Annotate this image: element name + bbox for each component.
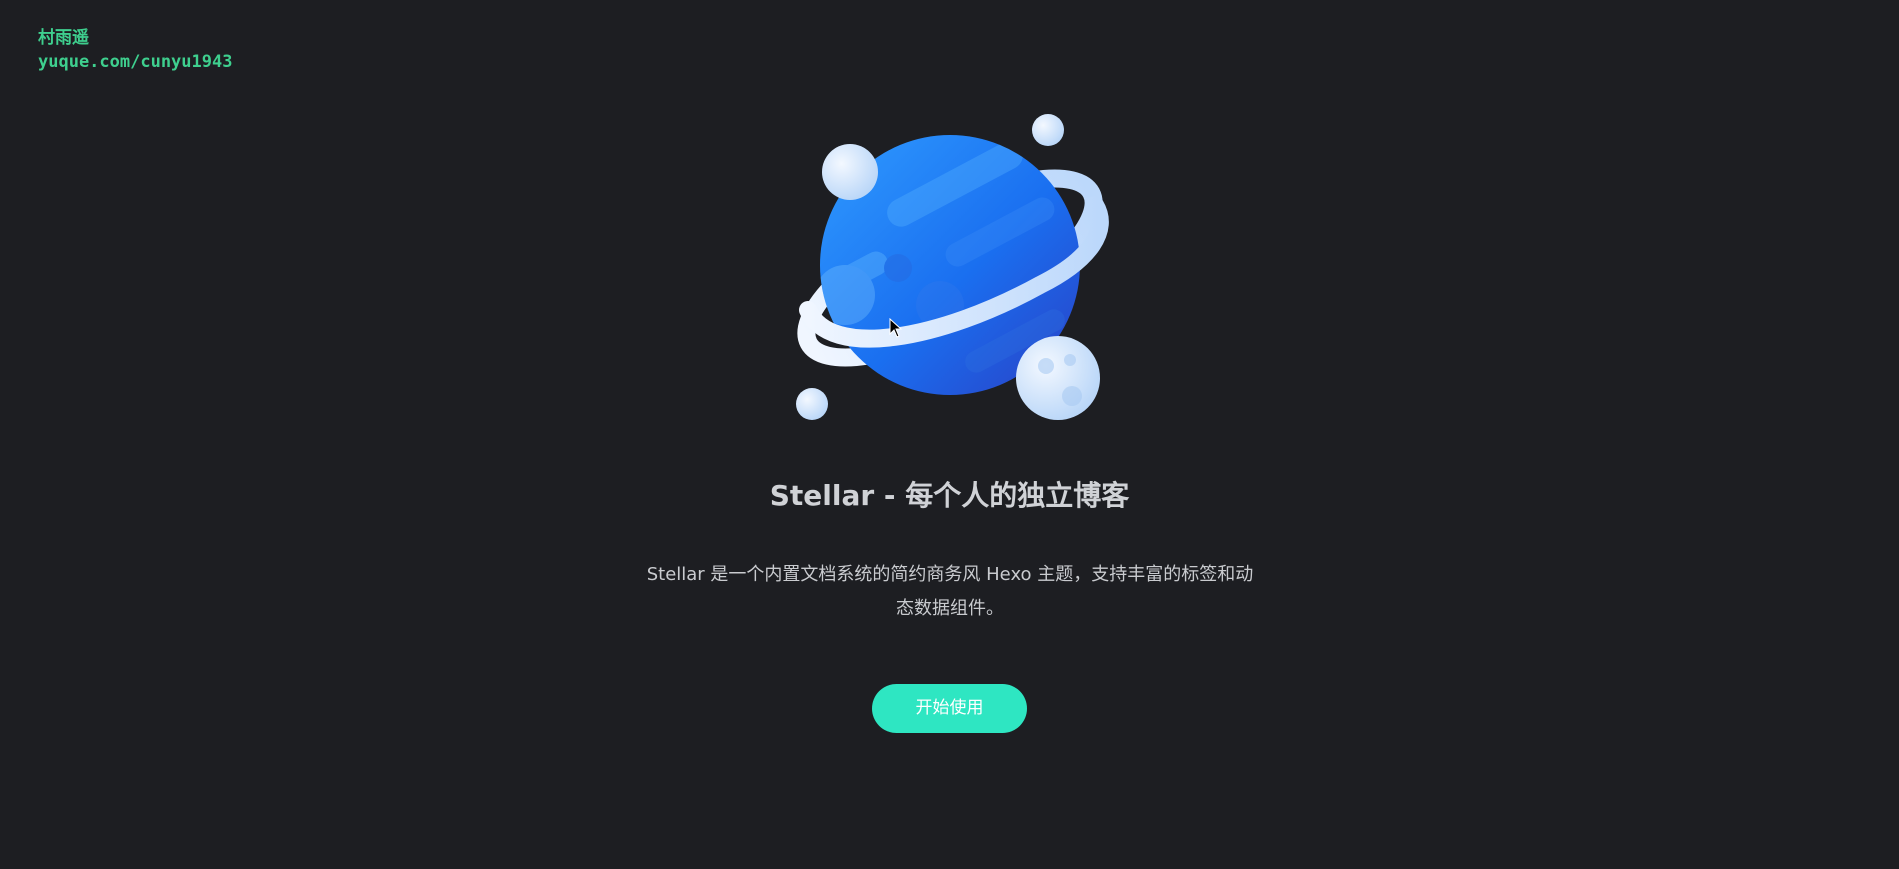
moon-top-right: [1032, 114, 1064, 146]
planet-illustration: [796, 114, 1109, 420]
moon-large: [1016, 336, 1100, 420]
moon-top-left: [822, 144, 878, 200]
hero-description: Stellar 是一个内置文档系统的简约商务风 Hexo 主题，支持丰富的标签和…: [646, 564, 1254, 619]
moon-bottom-left: [796, 388, 828, 420]
hero-section: Stellar - 每个人的独立博客 Stellar 是一个内置文档系统的简约商…: [0, 0, 1899, 869]
hero-title: Stellar - 每个人的独立博客: [769, 479, 1130, 512]
mouse-cursor-icon: [889, 318, 903, 338]
get-started-button[interactable]: 开始使用: [872, 684, 1027, 733]
